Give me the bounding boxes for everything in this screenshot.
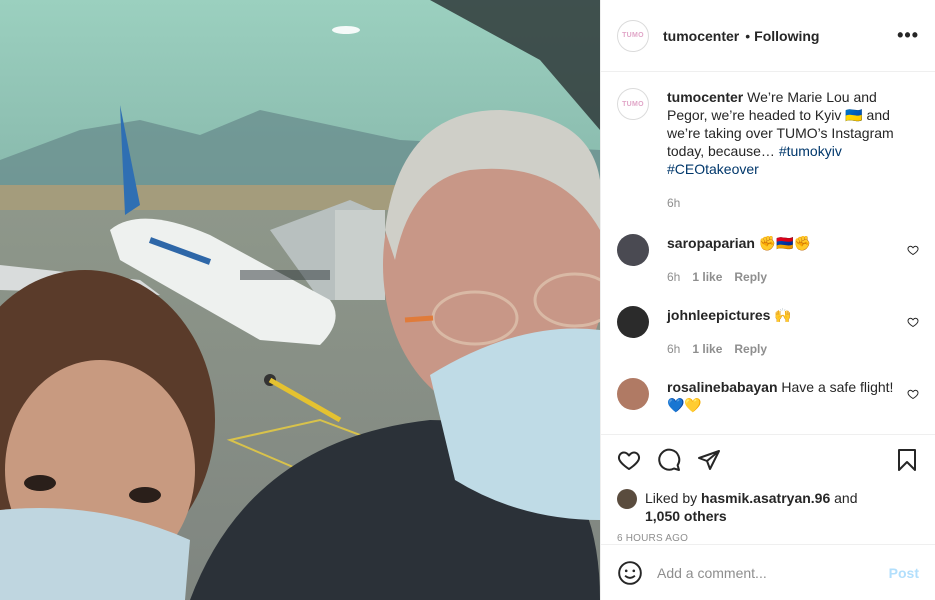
comment-icon[interactable] bbox=[657, 448, 681, 472]
comments-list: TUMO tumocenter We’re Marie Lou and Pego… bbox=[601, 72, 935, 434]
post-comment-button[interactable]: Post bbox=[889, 565, 919, 581]
comment-meta: 6h 1 like Reply bbox=[667, 268, 897, 286]
reply-button[interactable]: Reply bbox=[734, 340, 767, 358]
like-comment-heart-icon[interactable] bbox=[907, 388, 919, 400]
separator-dot: • bbox=[745, 27, 751, 44]
liker-username[interactable]: hasmik.asatryan.96 bbox=[701, 490, 830, 506]
hashtag-link[interactable]: #tumokyiv bbox=[779, 143, 842, 159]
selfie-at-airport-image bbox=[0, 0, 600, 600]
caption-avatar[interactable]: TUMO bbox=[617, 88, 649, 120]
commenter-avatar[interactable] bbox=[617, 234, 649, 266]
comment-body: johnleepictures 🙌 6h 1 like Reply bbox=[667, 306, 919, 358]
comment-likes[interactable]: 1 like bbox=[692, 340, 722, 358]
liked-by: Liked by hasmik.asatryan.96 and 1,050 ot… bbox=[617, 489, 919, 525]
post-side-panel: TUMO tumocenter • Following ••• TUMO tum… bbox=[600, 0, 935, 600]
comment-meta: 6h 1 like Reply bbox=[667, 340, 897, 358]
more-options-icon[interactable]: ••• bbox=[897, 25, 919, 46]
reply-button[interactable]: Reply bbox=[734, 268, 767, 286]
hashtag-link[interactable]: #CEOtakeover bbox=[667, 161, 759, 177]
liked-by-mid: and bbox=[830, 490, 858, 506]
comment-time[interactable]: 6h bbox=[667, 340, 680, 358]
caption-meta: 6h bbox=[667, 194, 897, 212]
comment-username[interactable]: johnleepictures bbox=[667, 307, 770, 323]
emoji-icon[interactable] bbox=[617, 560, 643, 586]
comment-row: saropaparian ✊🇦🇲✊ 6h 1 like Reply bbox=[617, 234, 919, 286]
caption-username[interactable]: tumocenter bbox=[667, 89, 743, 105]
author-avatar[interactable]: TUMO bbox=[617, 19, 649, 52]
author-username[interactable]: tumocenter bbox=[663, 28, 739, 44]
comment-username[interactable]: rosalinebabayan bbox=[667, 379, 778, 395]
action-icons bbox=[617, 445, 919, 475]
post-timestamp[interactable]: 6 HOURS AGO bbox=[617, 533, 919, 544]
comment-row: johnleepictures 🙌 6h 1 like Reply bbox=[617, 306, 919, 358]
like-comment-heart-icon[interactable] bbox=[907, 316, 919, 328]
liked-by-text: Liked by hasmik.asatryan.96 and 1,050 ot… bbox=[645, 489, 858, 525]
share-icon[interactable] bbox=[697, 448, 721, 472]
commenter-avatar[interactable] bbox=[617, 378, 649, 410]
post-header: TUMO tumocenter • Following ••• bbox=[601, 0, 935, 72]
tumo-logo: TUMO bbox=[622, 32, 644, 39]
comment-text: ✊🇦🇲✊ bbox=[754, 235, 812, 251]
tumo-logo: TUMO bbox=[622, 100, 644, 108]
comment-username[interactable]: saropaparian bbox=[667, 235, 755, 251]
comment-likes[interactable]: 1 like bbox=[692, 268, 722, 286]
heart-icon[interactable] bbox=[617, 448, 641, 472]
post-actions: Liked by hasmik.asatryan.96 and 1,050 ot… bbox=[601, 434, 935, 600]
liked-by-prefix: Liked by bbox=[645, 490, 702, 506]
liker-avatar[interactable] bbox=[617, 489, 637, 509]
add-comment-bar: Post bbox=[601, 544, 935, 600]
comment-body: saropaparian ✊🇦🇲✊ 6h 1 like Reply bbox=[667, 234, 919, 286]
add-comment-input[interactable] bbox=[657, 564, 889, 581]
comment-row: rosalinebabayan Have a safe flight! 💙💛 bbox=[617, 378, 919, 414]
comment-time[interactable]: 6h bbox=[667, 268, 680, 286]
instagram-post: TUMO tumocenter • Following ••• TUMO tum… bbox=[0, 0, 935, 600]
caption-row: TUMO tumocenter We’re Marie Lou and Pego… bbox=[617, 88, 919, 212]
comment-text: 🙌 bbox=[770, 307, 792, 323]
caption-body: tumocenter We’re Marie Lou and Pegor, we… bbox=[667, 88, 919, 212]
caption-time[interactable]: 6h bbox=[667, 194, 680, 212]
following-button[interactable]: Following bbox=[754, 28, 819, 44]
comment-body: rosalinebabayan Have a safe flight! 💙💛 bbox=[667, 378, 919, 414]
bookmark-icon[interactable] bbox=[895, 448, 919, 472]
commenter-avatar[interactable] bbox=[617, 306, 649, 338]
others-count[interactable]: 1,050 others bbox=[645, 508, 727, 524]
post-photo[interactable] bbox=[0, 0, 600, 600]
like-comment-heart-icon[interactable] bbox=[907, 244, 919, 256]
